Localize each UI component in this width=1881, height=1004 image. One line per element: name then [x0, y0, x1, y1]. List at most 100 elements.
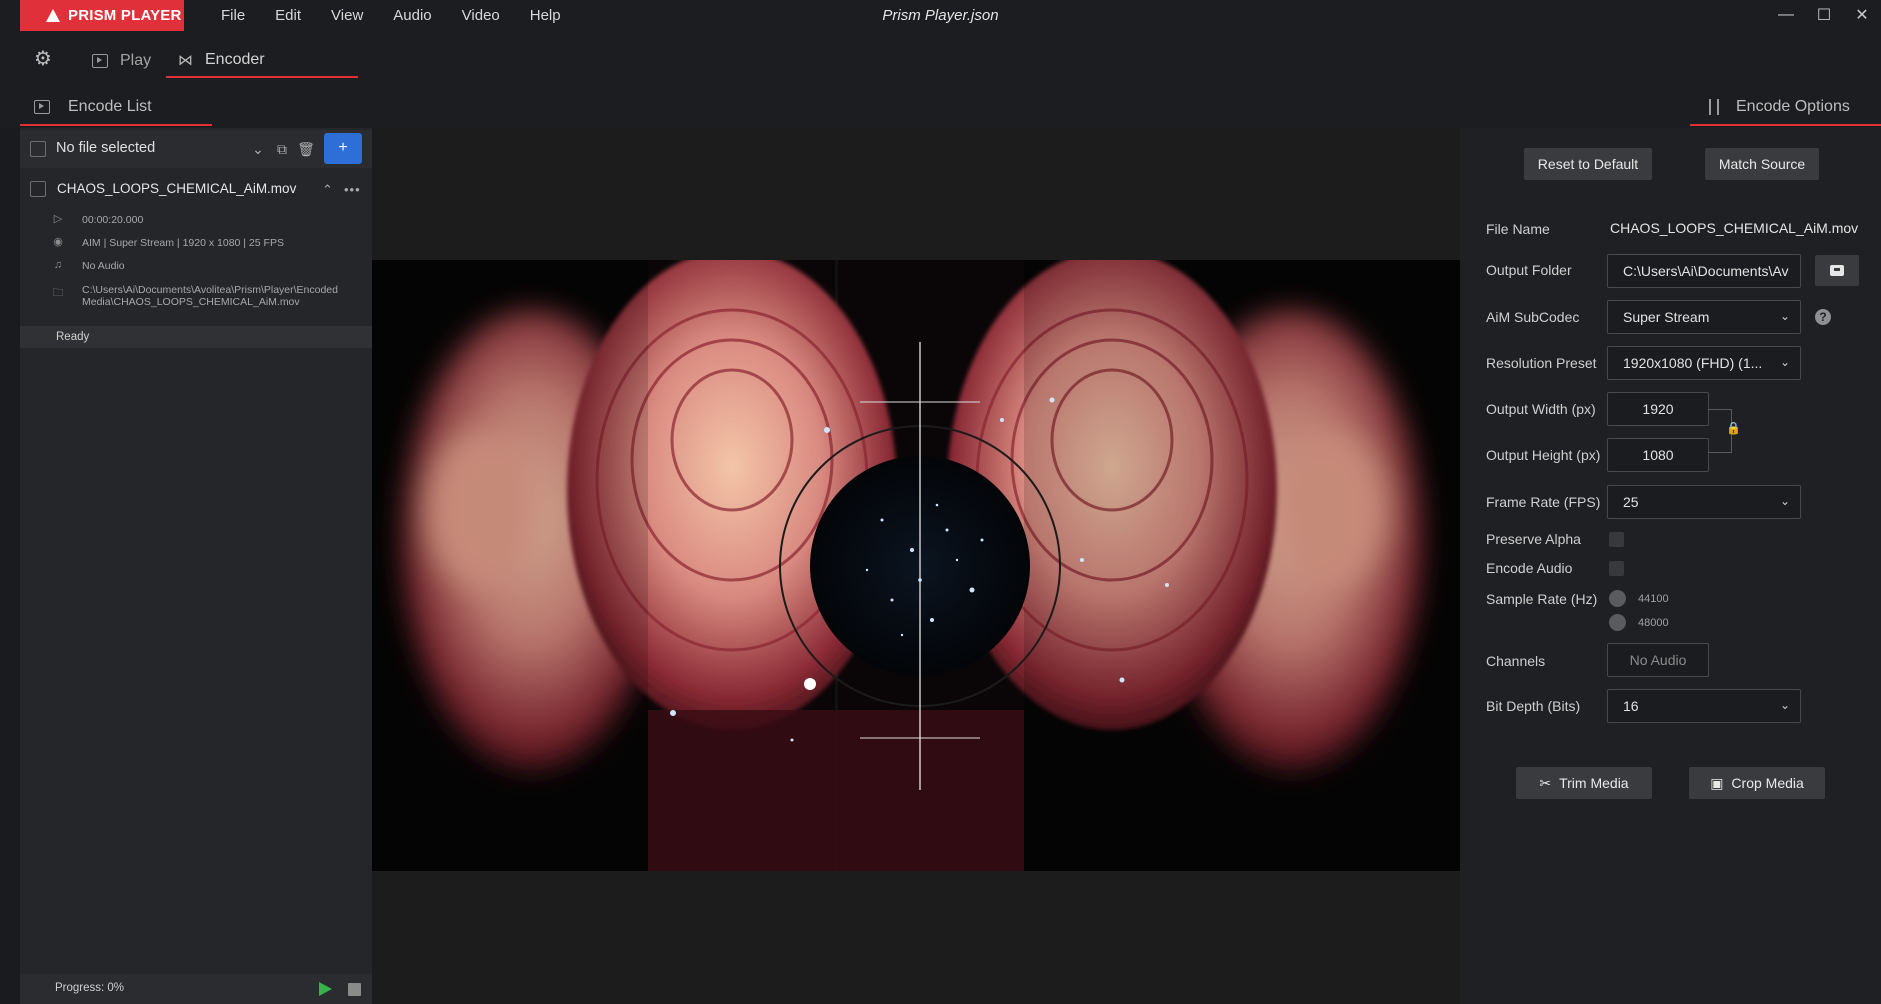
video-preview — [372, 260, 1460, 871]
chevron-up-icon[interactable]: ⌃ — [322, 182, 333, 198]
sample-rate-44100-label: 44100 — [1638, 593, 1669, 605]
resolution-preset-label: Resolution Preset — [1486, 355, 1597, 371]
menu-help[interactable]: Help — [515, 0, 576, 32]
preserve-alpha-label: Preserve Alpha — [1486, 531, 1581, 547]
bit-depth-select[interactable]: 16 ⌄ — [1607, 689, 1801, 723]
output-height-label: Output Height (px) — [1486, 447, 1601, 463]
chevron-down-icon: ⌄ — [1779, 494, 1790, 508]
encode-list-icon — [34, 100, 50, 114]
item-duration: 00:00:20.000 — [82, 214, 144, 226]
crop-media-label: Crop Media — [1731, 775, 1804, 791]
item-path-row: 🗀 C:\Users\Ai\Documents\Avolitea\Prism\P… — [52, 284, 339, 308]
item-path-line-1: C:\Users\Ai\Documents\Avolitea\Prism\Pla… — [82, 284, 338, 296]
tab-encode-options[interactable]: Encode Options — [1690, 90, 1881, 126]
crop-icon: ▣ — [1710, 774, 1724, 791]
menu-view[interactable]: View — [316, 0, 378, 32]
encode-list-label: Encode List — [68, 98, 152, 115]
menu-edit[interactable]: Edit — [260, 0, 316, 32]
inbox-icon — [1830, 265, 1844, 276]
item-video-row: ◉ AIM | Super Stream | 1920 x 1080 | 25 … — [52, 237, 284, 250]
add-file-button[interactable]: + — [324, 133, 362, 164]
trim-media-button[interactable]: ✂ Trim Media — [1516, 767, 1652, 799]
clip-icon: ▷ — [53, 213, 63, 225]
browse-folder-button[interactable] — [1815, 255, 1859, 286]
item-checkbox[interactable] — [30, 181, 46, 197]
minimize-icon[interactable]: — — [1767, 0, 1805, 30]
encode-audio-checkbox[interactable] — [1609, 561, 1624, 576]
play-icon — [92, 54, 108, 68]
encode-audio-label: Encode Audio — [1486, 560, 1573, 576]
item-audio-row: ♫ No Audio — [52, 260, 125, 273]
item-video-info: AIM | Super Stream | 1920 x 1080 | 25 FP… — [82, 237, 284, 249]
more-options-icon[interactable]: ••• — [344, 182, 361, 197]
help-icon[interactable]: ? — [1815, 309, 1831, 325]
sample-rate-label: Sample Rate (Hz) — [1486, 591, 1598, 607]
item-status: Ready — [20, 326, 372, 348]
resolution-preset-select[interactable]: 1920x1080 (FHD) (1... ⌄ — [1607, 346, 1801, 380]
trash-icon[interactable]: 🗑 — [297, 140, 315, 158]
output-width-label: Output Width (px) — [1486, 401, 1596, 417]
tab-play[interactable]: Play — [80, 44, 163, 78]
maximize-icon[interactable]: ☐ — [1805, 0, 1843, 30]
bit-depth-value: 16 — [1623, 698, 1639, 714]
start-encode-icon[interactable] — [319, 982, 332, 996]
channels-label: Channels — [1486, 653, 1546, 669]
frame-rate-value: 25 — [1623, 494, 1639, 510]
sample-rate-48000-label: 48000 — [1638, 617, 1669, 629]
frame-rate-label: Frame Rate (FPS) — [1486, 494, 1601, 510]
app-brand[interactable]: PRISM PLAYER — [20, 0, 184, 31]
encode-options-label: Encode Options — [1736, 98, 1850, 115]
file-name-value: CHAOS_LOOPS_CHEMICAL_AiM.mov — [1610, 220, 1859, 236]
output-folder-label: Output Folder — [1486, 262, 1572, 278]
folder-icon: 🗀 — [52, 287, 64, 299]
bit-depth-label: Bit Depth (Bits) — [1486, 698, 1581, 714]
section-header-row — [0, 82, 1881, 128]
chevron-down-icon[interactable]: ⌄ — [249, 140, 267, 158]
item-path-line-2: Media\CHAOS_LOOPS_CHEMICAL_AiM.mov — [82, 296, 300, 308]
menu-file[interactable]: File — [206, 0, 260, 32]
selection-status: No file selected — [56, 140, 156, 156]
output-width-input[interactable]: 1920 — [1607, 392, 1709, 426]
subcodec-label: AiM SubCodec — [1486, 309, 1580, 325]
frame-rate-select[interactable]: 25 ⌄ — [1607, 485, 1801, 519]
scissors-icon: ✂ — [1539, 774, 1552, 791]
channels-input[interactable]: No Audio — [1607, 643, 1709, 677]
encoder-icon: ⋈ — [178, 52, 193, 69]
gear-icon[interactable]: ⚙ — [32, 48, 54, 70]
resolution-preset-value: 1920x1080 (FHD) (1... — [1623, 355, 1763, 371]
lock-icon[interactable]: 🔒 — [1726, 421, 1741, 435]
menu-audio[interactable]: Audio — [378, 0, 446, 32]
menu-video[interactable]: Video — [447, 0, 515, 32]
close-icon[interactable]: ✕ — [1843, 0, 1881, 30]
tab-play-label: Play — [120, 52, 152, 69]
crop-media-button[interactable]: ▣ Crop Media — [1689, 767, 1825, 799]
chevron-down-icon: ⌄ — [1779, 698, 1790, 712]
chevron-down-icon: ⌄ — [1779, 355, 1790, 369]
item-path: C:\Users\Ai\Documents\Avolitea\Prism\Pla… — [82, 284, 338, 308]
prism-logo-icon — [46, 9, 60, 22]
sample-rate-44100-radio[interactable] — [1609, 590, 1626, 607]
output-folder-field[interactable]: C:\Users\Ai\Documents\Av — [1607, 254, 1801, 288]
reset-to-default-button[interactable]: Reset to Default — [1524, 148, 1652, 180]
window-controls: — ☐ ✕ — [1767, 0, 1881, 32]
brand-label: PRISM PLAYER — [68, 7, 182, 24]
subcodec-select[interactable]: Super Stream ⌄ — [1607, 300, 1801, 334]
sliders-icon — [1706, 99, 1722, 115]
item-audio-info: No Audio — [82, 260, 125, 272]
preserve-alpha-checkbox[interactable] — [1609, 532, 1624, 547]
preview-frame-image — [372, 260, 1460, 871]
item-file-name: CHAOS_LOOPS_CHEMICAL_AiM.mov — [57, 181, 297, 196]
trim-media-label: Trim Media — [1559, 775, 1629, 791]
duplicate-icon[interactable]: ⧉ — [273, 140, 291, 158]
tab-encoder[interactable]: ⋈ Encoder — [166, 44, 358, 78]
output-folder-value: C:\Users\Ai\Documents\Av — [1623, 263, 1789, 279]
progress-label: Progress: 0% — [55, 982, 125, 994]
tab-encode-list[interactable]: Encode List — [20, 90, 212, 126]
select-all-checkbox[interactable] — [30, 141, 46, 157]
sample-rate-48000-radio[interactable] — [1609, 614, 1626, 631]
output-height-input[interactable]: 1080 — [1607, 438, 1709, 472]
file-name-label: File Name — [1486, 221, 1550, 237]
chevron-down-icon: ⌄ — [1779, 309, 1790, 323]
match-source-button[interactable]: Match Source — [1705, 148, 1819, 180]
stop-encode-icon[interactable] — [348, 983, 361, 996]
